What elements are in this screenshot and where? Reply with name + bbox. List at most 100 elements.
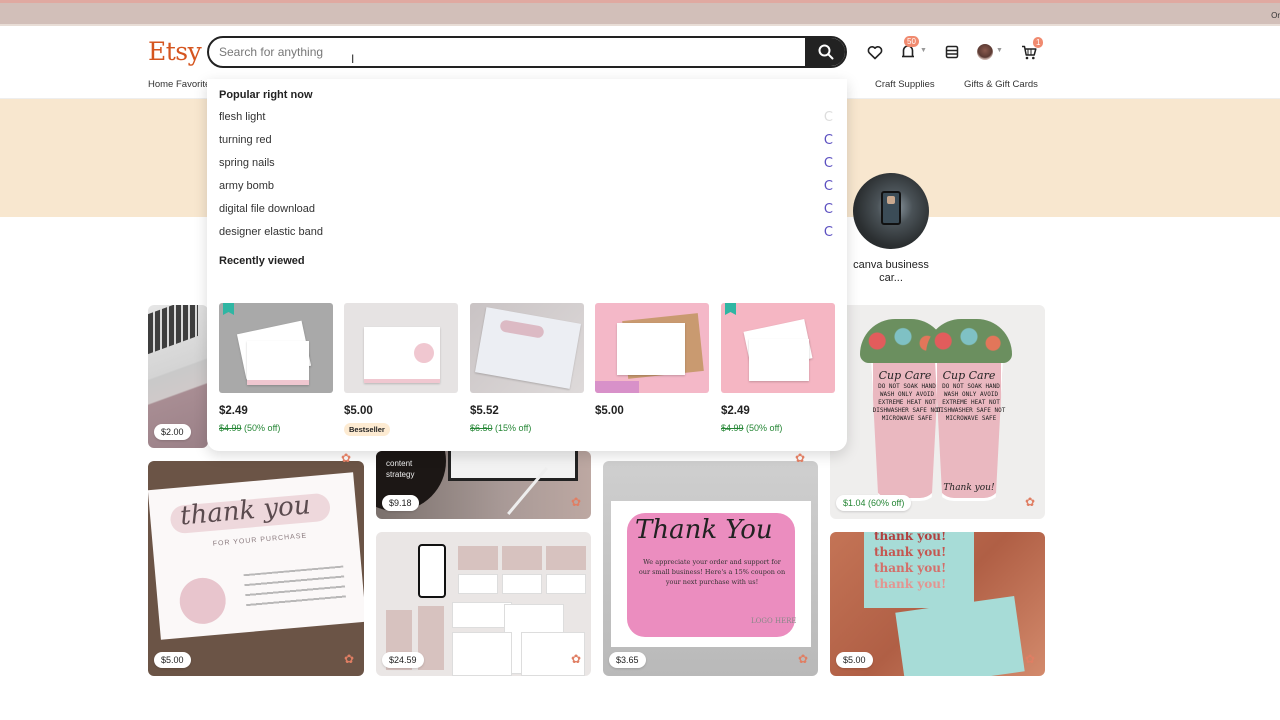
listing-tile[interactable]: thank you FOR YOUR PURCHASE $5.00 ✿ [148, 461, 364, 676]
popular-heading: Popular right now [219, 89, 313, 101]
search-suggestions-dropdown: Popular right now flesh light C turning … [207, 79, 847, 465]
etsy-logo[interactable]: Etsy [148, 37, 202, 66]
overlay-text: content strategy [386, 459, 415, 479]
bookmark-icon [223, 303, 234, 315]
listing-tile[interactable]: Cup Care Cup Care DO NOT SOAK HAND WASH … [830, 305, 1045, 519]
listing-image: thank you! thank you! thank you! thank y… [864, 532, 974, 608]
suggestion-item[interactable]: flesh light C [207, 107, 847, 130]
recently-viewed-item[interactable]: $5.00 [595, 303, 709, 417]
nav-gifts-gift-cards[interactable]: Gifts & Gift Cards [964, 79, 1038, 90]
suggestion-item[interactable]: turning red C [207, 130, 847, 153]
item-discount: $6.50 (15% off) [470, 423, 584, 433]
etsy-page: Etsy I 50 ▼ ▼ [0, 26, 1280, 720]
recently-viewed-item[interactable]: $2.49 $4.99 (50% off) [219, 303, 333, 433]
suggestion-label: designer elastic band [219, 226, 323, 238]
listing-image [470, 303, 584, 393]
bee-icon: ✿ [797, 652, 808, 666]
suggestion-label: turning red [219, 134, 272, 146]
item-price: $5.00 [595, 405, 624, 417]
recently-viewed-heading: Recently viewed [219, 255, 305, 267]
card-text: thank you! [874, 561, 947, 575]
store-icon [945, 45, 959, 59]
price-tag: $9.18 [382, 495, 419, 511]
listing-tile[interactable]: Thank You We appreciate your order and s… [603, 461, 818, 676]
original-price: $6.50 [470, 423, 493, 433]
recently-viewed-item[interactable]: $2.49 $4.99 (50% off) [721, 303, 835, 433]
card-text: thank you! [874, 545, 947, 559]
cart-button[interactable]: 1 [1017, 37, 1044, 64]
suggestion-label: digital file download [219, 203, 316, 215]
discount-percent: (50% off) [746, 423, 783, 433]
card-title: Thank You [635, 515, 773, 545]
card-title: Cup Care [878, 369, 932, 382]
bookmark-icon [725, 303, 736, 315]
card-lines: DO NOT SOAK HAND WASH ONLY AVOID EXTREME… [936, 383, 1006, 422]
card-subtitle: FOR YOUR PURCHASE [212, 532, 308, 548]
listing-tile[interactable]: $2.00 [148, 305, 208, 448]
nav-craft-supplies[interactable]: Craft Supplies [875, 79, 935, 90]
listing-image [721, 303, 835, 393]
suggestion-item[interactable]: spring nails C [207, 153, 847, 176]
account-button[interactable] [973, 40, 997, 64]
discount-percent: (15% off) [495, 423, 532, 433]
bee-icon: ✿ [343, 652, 354, 666]
recently-viewed-item[interactable]: $5.52 $6.50 (15% off) [470, 303, 584, 433]
suggestion-label: army bomb [219, 180, 275, 192]
bee-icon: ✿ [795, 451, 806, 465]
price-tag: $1.04 (60% off) [836, 495, 912, 511]
loading-spinner-icon: C [823, 133, 833, 148]
price-tag: $2.00 [154, 424, 191, 440]
cart-count-badge: 1 [1033, 37, 1044, 48]
search-button[interactable] [805, 38, 845, 66]
loading-spinner-icon: C [823, 110, 833, 125]
suggestion-item[interactable]: army bomb C [207, 176, 847, 199]
browser-chrome-bar: Or [0, 0, 1280, 26]
text-cursor-icon: I [351, 52, 355, 66]
browser-corner-text: Or [1271, 11, 1280, 20]
card-message: We appreciate your order and support for… [638, 558, 786, 586]
loading-spinner-icon: C [823, 156, 833, 171]
card-text: thank you! [874, 577, 947, 591]
category-image [853, 173, 929, 249]
card-lines: DO NOT SOAK HAND WASH ONLY AVOID EXTREME… [872, 383, 942, 422]
favorites-button[interactable] [863, 40, 887, 64]
recently-viewed-item[interactable]: $5.00 Bestseller [344, 303, 458, 437]
bee-icon: ✿ [1024, 652, 1035, 666]
category-label: canva business car... [853, 259, 929, 284]
chevron-down-icon[interactable]: ▼ [996, 47, 1003, 54]
listing-tile[interactable]: thank you! thank you! thank you! thank y… [830, 532, 1045, 676]
price-tag: $5.00 [836, 652, 873, 668]
price-tag: $5.00 [154, 652, 191, 668]
suggestion-item[interactable]: designer elastic band C [207, 222, 847, 245]
chevron-down-icon[interactable]: ▼ [920, 47, 927, 54]
item-discount: $4.99 (50% off) [219, 423, 333, 433]
search-input[interactable] [219, 38, 799, 66]
heart-icon [867, 45, 883, 59]
item-price: $5.00 [344, 405, 373, 417]
shop-manager-button[interactable] [940, 40, 964, 64]
bee-icon: ✿ [1024, 495, 1035, 509]
notification-count-badge: 50 [904, 36, 919, 47]
card-title: Cup Care [942, 369, 996, 382]
listing-tile[interactable]: $24.59 ✿ [376, 532, 591, 676]
suggestion-item[interactable]: digital file download C [207, 199, 847, 222]
item-price: $2.49 [219, 405, 248, 417]
suggestion-label: flesh light [219, 111, 266, 123]
item-discount: $4.99 (50% off) [721, 423, 835, 433]
bee-icon: ✿ [570, 652, 581, 666]
item-price: $2.49 [721, 405, 750, 417]
original-price: $4.99 [219, 423, 242, 433]
price-tag: $3.65 [609, 652, 646, 668]
search-bar[interactable] [207, 36, 847, 68]
notifications-button[interactable]: 50 [896, 36, 920, 64]
original-price: $4.99 [721, 423, 744, 433]
suggestion-label: spring nails [219, 157, 275, 169]
bee-icon: ✿ [570, 495, 581, 509]
listing-tile[interactable]: content strategy $9.18 ✿ [376, 451, 591, 519]
loading-spinner-icon: C [823, 179, 833, 194]
nav-home-favorites[interactable]: Home Favorites [148, 79, 215, 90]
card-footer: Thank you! [943, 483, 995, 493]
bee-icon: ✿ [341, 451, 352, 465]
category-circle-canva-business-cards[interactable]: canva business car... [852, 173, 930, 285]
listing-image: thank you FOR YOUR PURCHASE [148, 472, 364, 640]
